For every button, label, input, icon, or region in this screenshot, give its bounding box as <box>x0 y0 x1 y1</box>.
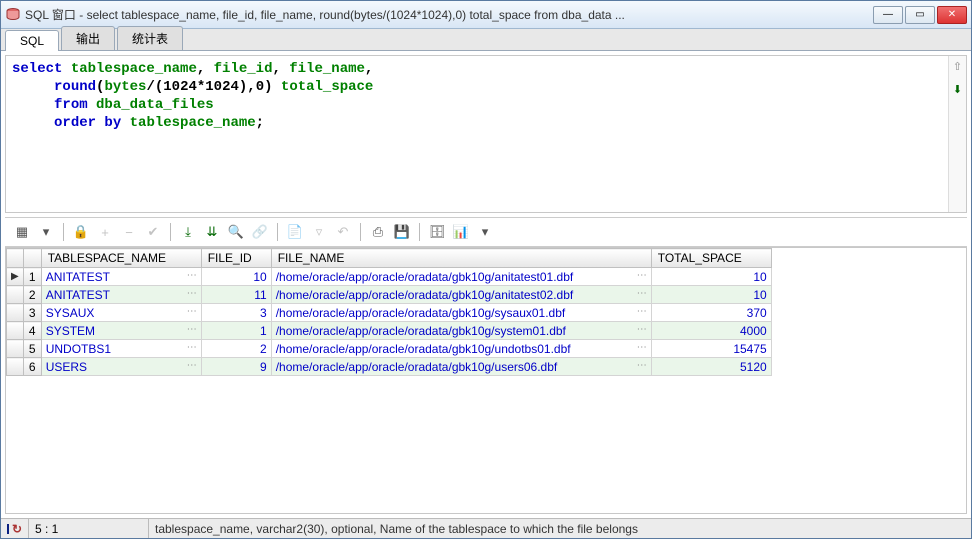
cell-fileid[interactable]: 11 <box>201 286 271 304</box>
cell-tablespace[interactable]: ANITATEST⋯ <box>41 286 201 304</box>
cell-fileid[interactable]: 9 <box>201 358 271 376</box>
tab-output[interactable]: 输出 <box>61 26 115 50</box>
row-indicator <box>7 340 24 358</box>
table-row[interactable]: ▶1ANITATEST⋯10/home/oracle/app/oracle/or… <box>7 268 772 286</box>
status-led: ↻ <box>1 519 29 538</box>
dropdown2-icon: ▿ <box>310 223 328 241</box>
dropdown-icon[interactable]: ▾ <box>37 223 55 241</box>
cell-totalspace[interactable]: 4000 <box>651 322 771 340</box>
grid-toolbar: ▦ ▾ 🔒 + − ✔ ⤓ ⇊ 🔍 🔗 📄 ▿ ↶ ⎙ 💾 🗄 📊 ▾ <box>5 217 967 247</box>
titlebar[interactable]: SQL 窗口 - select tablespace_name, file_id… <box>1 1 971 29</box>
tab-sql[interactable]: SQL <box>5 30 59 51</box>
cell-totalspace[interactable]: 10 <box>651 286 771 304</box>
col-indicator[interactable] <box>7 249 24 268</box>
cell-tablespace[interactable]: UNDOTBS1⋯ <box>41 340 201 358</box>
row-number: 4 <box>23 322 41 340</box>
fetch-icon[interactable]: ⤓ <box>179 223 197 241</box>
row-number: 6 <box>23 358 41 376</box>
cell-filename[interactable]: /home/oracle/app/oracle/oradata/gbk10g/a… <box>271 286 651 304</box>
col-fileid[interactable]: FILE_ID <box>201 249 271 268</box>
minimize-button[interactable]: — <box>873 6 903 24</box>
status-bar: ↻ 5 : 1 tablespace_name, varchar2(30), o… <box>1 518 971 538</box>
nav-down-icon[interactable]: ⬇ <box>953 83 962 96</box>
table-row[interactable]: 5UNDOTBS1⋯2/home/oracle/app/oracle/orada… <box>7 340 772 358</box>
maximize-button[interactable]: ▭ <box>905 6 935 24</box>
cell-fileid[interactable]: 3 <box>201 304 271 322</box>
tab-bar: SQL 输出 统计表 <box>1 29 971 51</box>
table-row[interactable]: 2ANITATEST⋯11/home/oracle/app/oracle/ora… <box>7 286 772 304</box>
sql-editor-wrap: select tablespace_name, file_id, file_na… <box>5 55 967 213</box>
cell-totalspace[interactable]: 10 <box>651 268 771 286</box>
cell-tablespace[interactable]: USERS⋯ <box>41 358 201 376</box>
col-rownum[interactable] <box>23 249 41 268</box>
result-grid: TABLESPACE_NAME FILE_ID FILE_NAME TOTAL_… <box>6 248 772 376</box>
save-icon[interactable]: 💾 <box>393 223 411 241</box>
find-icon[interactable]: 🔍 <box>227 223 245 241</box>
cell-fileid[interactable]: 1 <box>201 322 271 340</box>
table-row[interactable]: 4SYSTEM⋯1/home/oracle/app/oracle/oradata… <box>7 322 772 340</box>
close-button[interactable]: ✕ <box>937 6 967 24</box>
result-grid-wrap[interactable]: TABLESPACE_NAME FILE_ID FILE_NAME TOTAL_… <box>5 247 967 514</box>
sql-window: SQL 窗口 - select tablespace_name, file_id… <box>0 0 972 539</box>
commit-icon: ✔ <box>144 223 162 241</box>
cell-tablespace[interactable]: ANITATEST⋯ <box>41 268 201 286</box>
lock-icon[interactable]: 🔒 <box>72 223 90 241</box>
cell-tablespace[interactable]: SYSTEM⋯ <box>41 322 201 340</box>
row-indicator <box>7 322 24 340</box>
cell-filename[interactable]: /home/oracle/app/oracle/oradata/gbk10g/a… <box>271 268 651 286</box>
db-icon[interactable]: 🗄 <box>428 223 446 241</box>
chart-icon[interactable]: 📊 <box>452 223 470 241</box>
query-icon[interactable]: 📄 <box>286 223 304 241</box>
remove-icon: − <box>120 223 138 241</box>
cell-filename[interactable]: /home/oracle/app/oracle/oradata/gbk10g/s… <box>271 304 651 322</box>
cell-filename[interactable]: /home/oracle/app/oracle/oradata/gbk10g/s… <box>271 322 651 340</box>
tab-stats[interactable]: 统计表 <box>117 26 183 50</box>
row-number: 1 <box>23 268 41 286</box>
window-title: SQL 窗口 - select tablespace_name, file_id… <box>25 6 873 23</box>
cell-tablespace[interactable]: SYSAUX⋯ <box>41 304 201 322</box>
row-number: 2 <box>23 286 41 304</box>
editor-nav: ⇧ ⬇ <box>948 56 966 212</box>
row-indicator: ▶ <box>7 268 24 286</box>
fetch-all-icon[interactable]: ⇊ <box>203 223 221 241</box>
table-row[interactable]: 6USERS⋯9/home/oracle/app/oracle/oradata/… <box>7 358 772 376</box>
row-indicator <box>7 286 24 304</box>
col-totalspace[interactable]: TOTAL_SPACE <box>651 249 771 268</box>
status-position: 5 : 1 <box>29 519 149 538</box>
table-row[interactable]: 3SYSAUX⋯3/home/oracle/app/oracle/oradata… <box>7 304 772 322</box>
add-icon: + <box>96 223 114 241</box>
cell-totalspace[interactable]: 15475 <box>651 340 771 358</box>
cell-fileid[interactable]: 2 <box>201 340 271 358</box>
undo-icon: ↶ <box>334 223 352 241</box>
sql-editor[interactable]: select tablespace_name, file_id, file_na… <box>6 56 948 212</box>
cell-totalspace[interactable]: 370 <box>651 304 771 322</box>
col-tablespace[interactable]: TABLESPACE_NAME <box>41 249 201 268</box>
export-icon[interactable]: ⎙ <box>369 223 387 241</box>
row-indicator <box>7 358 24 376</box>
status-info: tablespace_name, varchar2(30), optional,… <box>149 519 971 538</box>
app-icon <box>5 7 21 23</box>
refresh-icon[interactable]: ↻ <box>12 522 22 536</box>
cell-filename[interactable]: /home/oracle/app/oracle/oradata/gbk10g/u… <box>271 340 651 358</box>
link-icon: 🔗 <box>251 223 269 241</box>
chart-dd-icon[interactable]: ▾ <box>476 223 494 241</box>
row-number: 3 <box>23 304 41 322</box>
cell-totalspace[interactable]: 5120 <box>651 358 771 376</box>
row-indicator <box>7 304 24 322</box>
col-filename[interactable]: FILE_NAME <box>271 249 651 268</box>
grid-icon[interactable]: ▦ <box>13 223 31 241</box>
row-number: 5 <box>23 340 41 358</box>
cell-fileid[interactable]: 10 <box>201 268 271 286</box>
nav-up-icon[interactable]: ⇧ <box>953 60 962 73</box>
cell-filename[interactable]: /home/oracle/app/oracle/oradata/gbk10g/u… <box>271 358 651 376</box>
